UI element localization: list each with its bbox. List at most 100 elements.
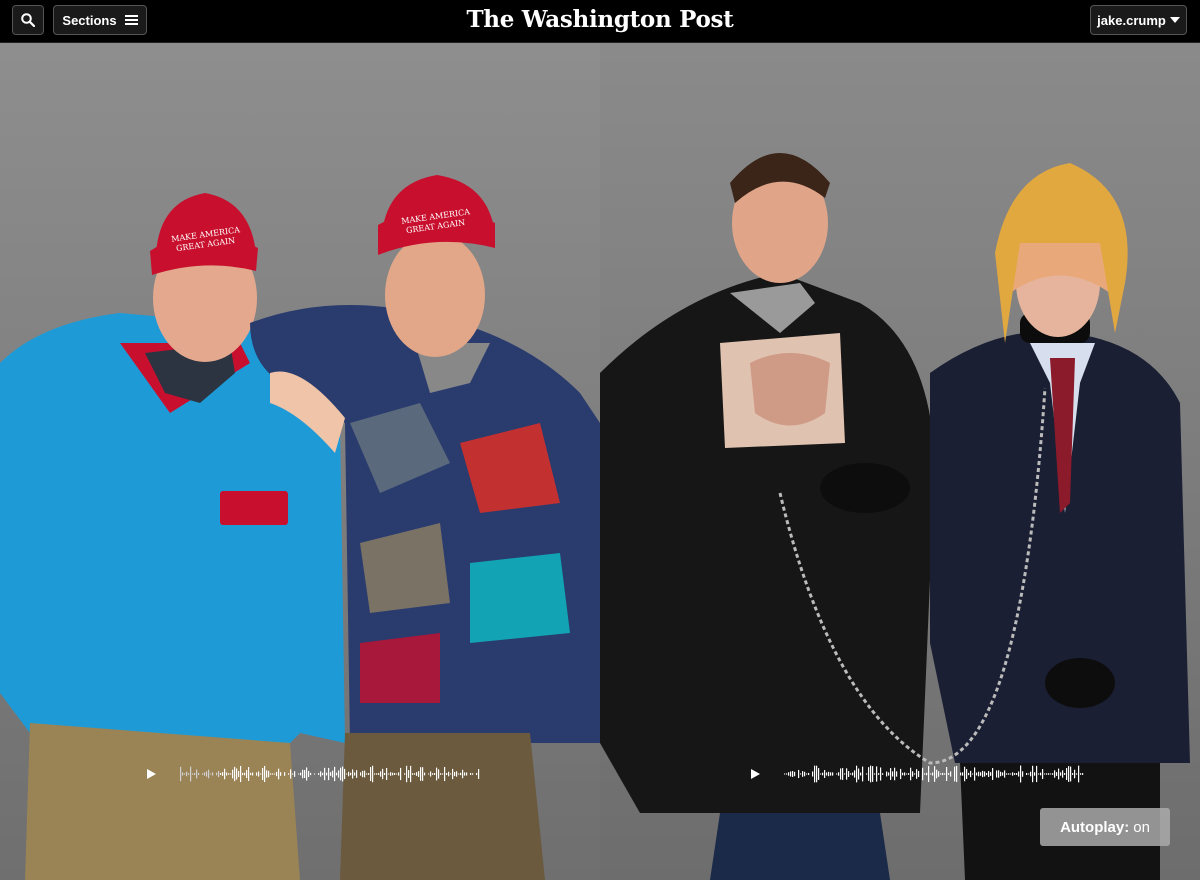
waveform-bar xyxy=(848,771,850,777)
waveform-bar xyxy=(438,769,440,779)
waveform-bar xyxy=(310,772,312,776)
waveform-bar xyxy=(946,767,948,781)
waveform-bar xyxy=(300,772,302,776)
waveform-bar xyxy=(1006,773,1008,775)
waveform-bar xyxy=(870,765,872,783)
waveform-bar xyxy=(222,772,224,776)
waveform-bar xyxy=(478,769,480,779)
waveform-bar xyxy=(428,773,430,775)
waveform-bar xyxy=(1036,765,1038,783)
waveform-bar xyxy=(928,766,930,782)
waveform-bar xyxy=(318,773,320,775)
photo-right[interactable] xyxy=(600,43,1200,880)
waveform-bar xyxy=(408,770,410,778)
waveform-bar xyxy=(988,771,990,777)
audio-waveform-right[interactable] xyxy=(784,762,1084,786)
waveform-bar xyxy=(1014,773,1016,775)
waveform-bar xyxy=(1070,766,1072,782)
waveform-bar xyxy=(972,773,974,775)
waveform-bar xyxy=(280,772,282,776)
waveform-bar xyxy=(328,767,330,781)
waveform-bar xyxy=(442,773,444,775)
waveform-bar xyxy=(454,771,456,777)
waveform-bar xyxy=(830,772,832,776)
waveform-bar xyxy=(264,765,266,783)
caret-down-icon xyxy=(1169,17,1180,23)
waveform-bar xyxy=(852,772,854,776)
waveform-bar xyxy=(892,771,894,777)
waveform-bar xyxy=(322,772,324,776)
waveform-bar xyxy=(794,771,796,777)
waveform-bar xyxy=(1020,765,1022,783)
waveform-bar xyxy=(250,772,252,776)
waveform-bar xyxy=(818,768,820,780)
waveform-bar xyxy=(284,772,286,776)
waveform-bar xyxy=(880,767,882,781)
waveform-bar xyxy=(790,771,792,777)
waveform-bar xyxy=(1068,766,1070,782)
waveform-bar xyxy=(376,773,378,775)
waveform-bar xyxy=(974,767,976,781)
waveform-bar xyxy=(418,771,420,777)
portrait-two-men-maga-hats: MAKE AMERICA GREAT AGAIN MAKE AMERICA GR… xyxy=(0,175,600,880)
waveform-bar xyxy=(1028,773,1030,775)
waveform-bar xyxy=(854,770,856,778)
waveform-bar xyxy=(462,769,464,779)
waveform-bar xyxy=(990,772,992,776)
photo-left[interactable]: MAKE AMERICA GREAT AGAIN MAKE AMERICA GR… xyxy=(0,43,600,880)
user-account-button[interactable]: jake.crump xyxy=(1090,5,1187,35)
waveform-bar xyxy=(788,772,790,776)
waveform-bar xyxy=(938,771,940,777)
waveform-bar xyxy=(816,765,818,783)
waveform-bar xyxy=(356,770,358,778)
waveform-bar xyxy=(1038,773,1040,775)
waveform-bar xyxy=(314,773,316,775)
waveform-bar xyxy=(360,772,362,776)
waveform-bar xyxy=(220,773,222,775)
waveform-bar xyxy=(1072,773,1074,775)
waveform-bar xyxy=(786,773,788,775)
waveform-bar xyxy=(1050,773,1052,775)
waveform-bar xyxy=(902,772,904,776)
waveform-bar xyxy=(878,773,880,775)
waveform-bar xyxy=(450,773,452,775)
waveform-bar xyxy=(1060,772,1062,776)
waveform-bar xyxy=(362,770,364,778)
waveform-bar xyxy=(1052,773,1054,775)
waveform-bar xyxy=(270,773,272,775)
waveform-bar xyxy=(368,773,370,775)
waveform-bar xyxy=(412,773,414,775)
play-button-left[interactable] xyxy=(144,767,158,781)
waveform-bar xyxy=(470,772,472,776)
waveform-bar xyxy=(272,773,274,775)
waveform-bar xyxy=(464,772,466,776)
waveform-bar xyxy=(850,773,852,775)
waveform-bar xyxy=(784,773,786,775)
waveform-bar xyxy=(800,773,802,775)
waveform-bar xyxy=(866,773,868,775)
waveform-bar xyxy=(332,770,334,778)
waveform-bar xyxy=(370,767,372,781)
waveform-bar xyxy=(182,772,184,776)
waveform-bar xyxy=(460,772,462,776)
waveform-bar xyxy=(226,772,228,776)
waveform-bar xyxy=(194,773,196,775)
waveform-bar xyxy=(432,773,434,775)
audio-player-right xyxy=(748,762,1084,786)
audio-waveform-left[interactable] xyxy=(180,762,480,786)
play-button-right[interactable] xyxy=(748,767,762,781)
waveform-bar xyxy=(976,772,978,776)
waveform-bar xyxy=(1074,769,1076,779)
waveform-bar xyxy=(416,772,418,776)
waveform-bar xyxy=(238,770,240,778)
waveform-bar xyxy=(458,773,460,775)
waveform-bar xyxy=(1026,772,1028,776)
waveform-bar xyxy=(840,768,842,780)
autoplay-toggle[interactable]: Autoplay: on xyxy=(1040,808,1170,846)
washington-post-logo[interactable]: The Washington Post xyxy=(0,6,1200,33)
waveform-bar xyxy=(396,773,398,775)
waveform-bar xyxy=(904,772,906,776)
waveform-bar xyxy=(942,772,944,776)
waveform-bar xyxy=(998,770,1000,778)
waveform-bar xyxy=(926,772,928,776)
